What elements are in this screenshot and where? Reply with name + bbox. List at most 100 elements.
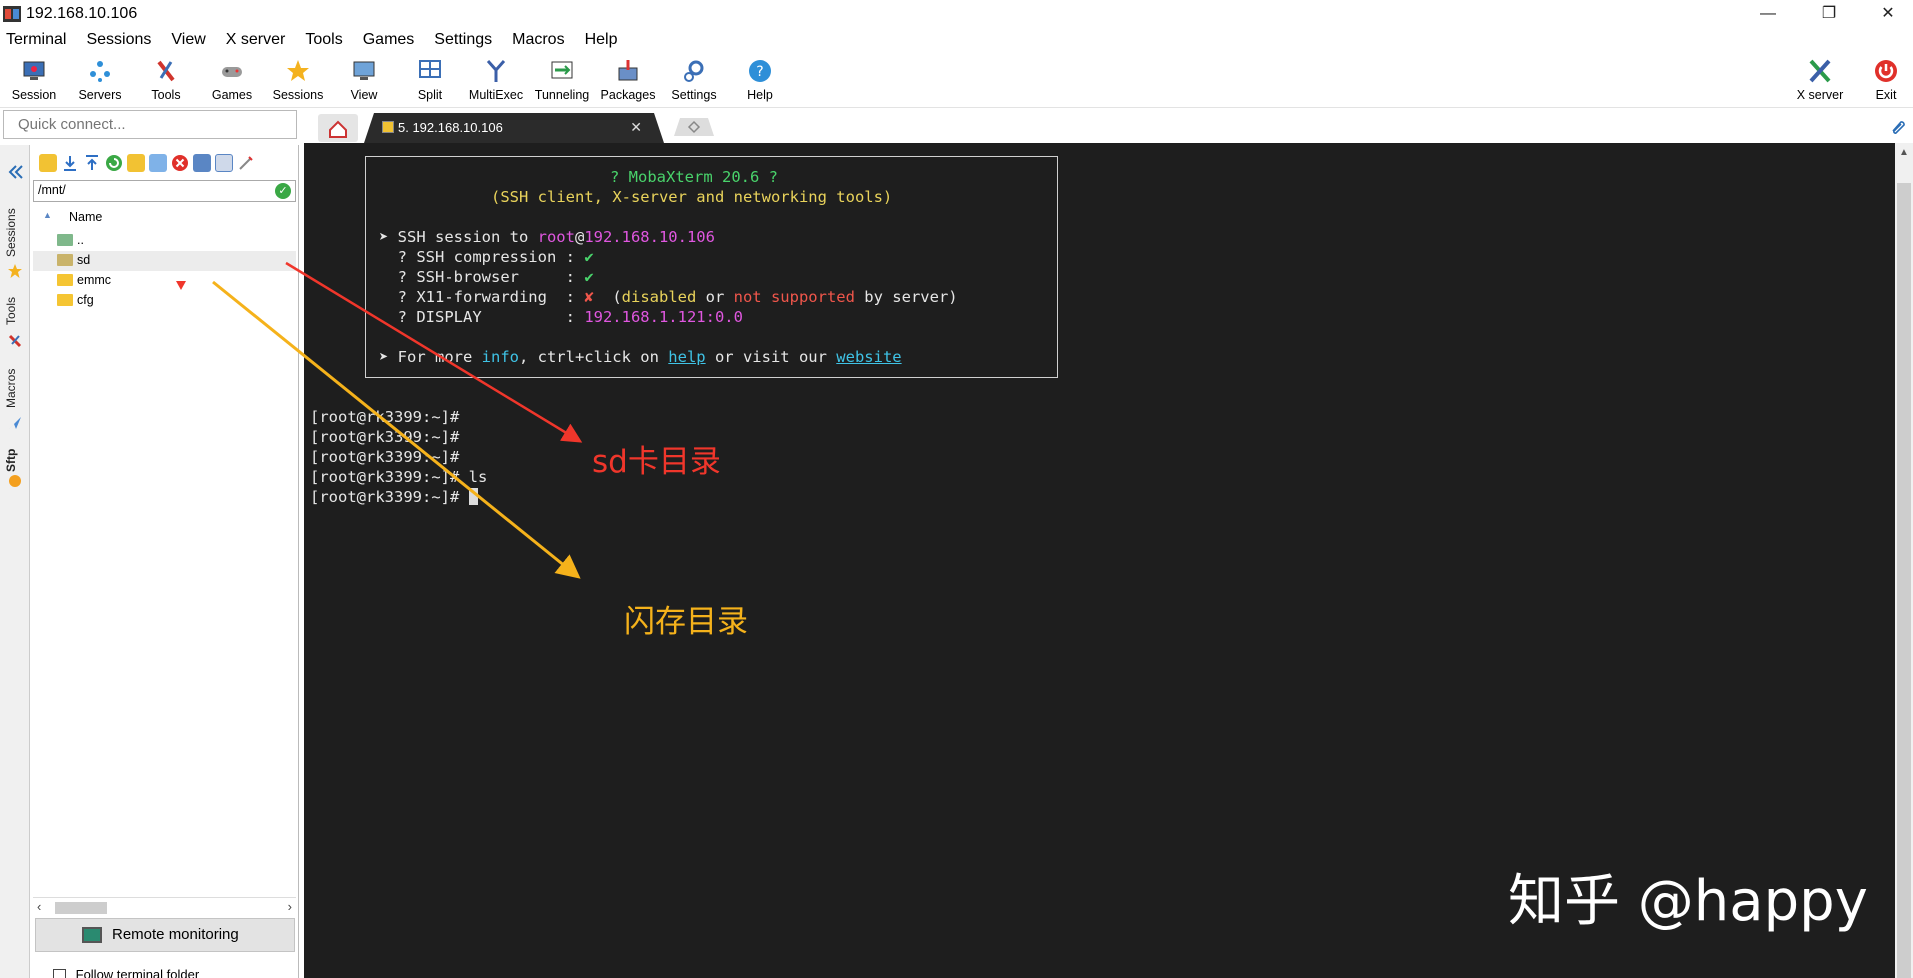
flash-directory-label: 闪存目录 <box>624 604 748 640</box>
name-column-header[interactable]: ▲ Name <box>33 207 296 229</box>
follow-terminal-folder-row[interactable]: Follow terminal folder <box>53 967 199 978</box>
new-folder-icon[interactable] <box>127 154 145 172</box>
session-button[interactable]: Session <box>1 56 67 106</box>
prompt-line-5: [root@rk3399:~]# <box>310 488 478 506</box>
session-line: ➤ SSH session to root@192.168.10.106 <box>379 228 715 246</box>
remote-monitoring-button[interactable]: Remote monitoring <box>35 918 295 952</box>
tools-icon <box>157 60 175 82</box>
menu-settings[interactable]: Settings <box>434 28 492 53</box>
refresh-icon[interactable] <box>105 154 123 172</box>
multiexec-button[interactable]: MultiExec <box>463 56 529 106</box>
monitor-session-icon <box>23 61 45 80</box>
follow-folder-checkbox[interactable] <box>53 969 66 978</box>
gamepad-icon <box>222 67 242 77</box>
sd-card-directory-label: sd卡目录 <box>592 444 721 480</box>
menu-help[interactable]: Help <box>585 28 618 53</box>
multiexec-icon <box>486 60 506 82</box>
folder-icon <box>57 254 73 266</box>
tools-side-icon <box>8 334 22 348</box>
terminal-scroll-thumb[interactable] <box>1897 183 1911 978</box>
new-file-icon[interactable] <box>149 154 167 172</box>
sessions-button[interactable]: Sessions <box>265 56 331 106</box>
file-row-sd[interactable]: sd <box>33 251 296 271</box>
edit-icon[interactable] <box>237 154 255 172</box>
menu-macros[interactable]: Macros <box>512 28 564 53</box>
x-server-button[interactable]: X server <box>1787 56 1853 106</box>
paperclip-icon[interactable] <box>1889 118 1907 136</box>
menu-sessions[interactable]: Sessions <box>86 28 151 53</box>
title-bar: 192.168.10.106 — ❐ ✕ <box>0 0 1913 28</box>
download-icon[interactable] <box>61 154 79 172</box>
file-row-cfg[interactable]: cfg <box>33 291 296 311</box>
side-tab-sessions[interactable]: Sessions <box>4 200 26 265</box>
menu-x-server[interactable]: X server <box>226 28 286 53</box>
close-window-button[interactable]: ✕ <box>1865 0 1911 28</box>
x-server-icon <box>1809 59 1831 83</box>
scroll-right-icon[interactable]: › <box>288 899 292 914</box>
tools-button[interactable]: Tools <box>133 56 199 106</box>
rename-icon[interactable] <box>193 154 211 172</box>
collapse-panel-icon[interactable] <box>7 163 25 181</box>
svg-text:?: ? <box>756 64 763 80</box>
sessions-star-icon <box>8 264 22 278</box>
settings-button[interactable]: Settings <box>661 56 727 106</box>
home-icon <box>329 120 347 138</box>
minimize-button[interactable]: — <box>1745 0 1791 28</box>
website-link[interactable]: website <box>836 348 901 366</box>
sftp-path-field[interactable]: /mnt/ ✓ <box>33 180 296 202</box>
side-tab-macros[interactable]: Macros <box>4 360 26 416</box>
new-tab-button[interactable] <box>674 118 714 136</box>
star-icon <box>287 60 309 81</box>
parent-folder-icon[interactable] <box>39 154 57 172</box>
terminal-vertical-scrollbar[interactable]: ▲ <box>1895 143 1913 978</box>
help-link[interactable]: help <box>668 348 705 366</box>
gear-icon <box>684 60 704 82</box>
mobaxterm-window: 192.168.10.106 — ❐ ✕ Terminal Sessions V… <box>0 0 1913 978</box>
prompt-line-4: [root@rk3399:~]# ls <box>310 468 488 486</box>
permissions-icon[interactable] <box>215 154 233 172</box>
servers-icon <box>90 61 110 82</box>
scroll-thumb[interactable] <box>55 902 107 914</box>
upload-icon[interactable] <box>83 154 101 172</box>
file-row-emmc[interactable]: emmc <box>33 271 296 291</box>
exit-button[interactable]: Exit <box>1853 56 1913 106</box>
terminal-area[interactable]: ? MobaXterm 20.6 ? (SSH client, X-server… <box>304 143 1895 978</box>
sftp-toolbar <box>31 149 299 175</box>
folder-icon <box>57 274 73 286</box>
servers-button[interactable]: Servers <box>67 56 133 106</box>
close-tab-icon[interactable]: ✕ <box>630 119 642 136</box>
new-tab-icon <box>687 120 701 134</box>
sftp-panel: /mnt/ ✓ ▲ Name .. sd emmc cfg ‹ › Remote… <box>31 145 299 978</box>
menu-games[interactable]: Games <box>363 28 415 53</box>
split-button[interactable]: Split <box>397 56 463 106</box>
quick-connect-input[interactable] <box>3 110 297 139</box>
monitor-icon <box>82 927 102 943</box>
more-info-line: ➤ For more info, ctrl+click on help or v… <box>379 348 902 366</box>
restore-button[interactable]: ❐ <box>1806 0 1852 28</box>
side-tab-tools[interactable]: Tools <box>4 290 26 332</box>
scroll-left-icon[interactable]: ‹ <box>37 899 41 914</box>
home-tab[interactable] <box>318 114 358 142</box>
mobaxterm-logo-icon <box>3 6 21 22</box>
view-button[interactable]: View <box>331 56 397 106</box>
menu-view[interactable]: View <box>171 28 205 53</box>
prompt-line-2: [root@rk3399:~]# <box>310 428 460 446</box>
scroll-up-icon[interactable]: ▲ <box>1899 147 1909 158</box>
tunneling-button[interactable]: Tunneling <box>529 56 595 106</box>
path-ok-icon[interactable]: ✓ <box>275 183 291 199</box>
parent-dir-icon <box>57 234 73 246</box>
main-toolbar: Session Servers Tools Games Sessions Vie… <box>0 53 1913 108</box>
menu-terminal[interactable]: Terminal <box>6 28 66 53</box>
tab-session-192-168-10-106[interactable]: 5. 192.168.10.106 ✕ <box>364 113 664 143</box>
compression-line: ? SSH compression : ✔ <box>379 248 594 266</box>
games-button[interactable]: Games <box>199 56 265 106</box>
side-tabs-strip: Sessions Tools Macros Sftp <box>0 145 30 978</box>
packages-button[interactable]: Packages <box>595 56 661 106</box>
banner-subtitle: (SSH client, X-server and networking too… <box>491 188 893 206</box>
file-row-parent[interactable]: .. <box>33 231 296 251</box>
horizontal-scrollbar[interactable]: ‹ › <box>33 897 296 915</box>
help-button[interactable]: ? Help <box>727 56 793 106</box>
menu-tools[interactable]: Tools <box>305 28 342 53</box>
power-icon <box>1875 60 1897 82</box>
delete-icon[interactable] <box>171 154 189 172</box>
